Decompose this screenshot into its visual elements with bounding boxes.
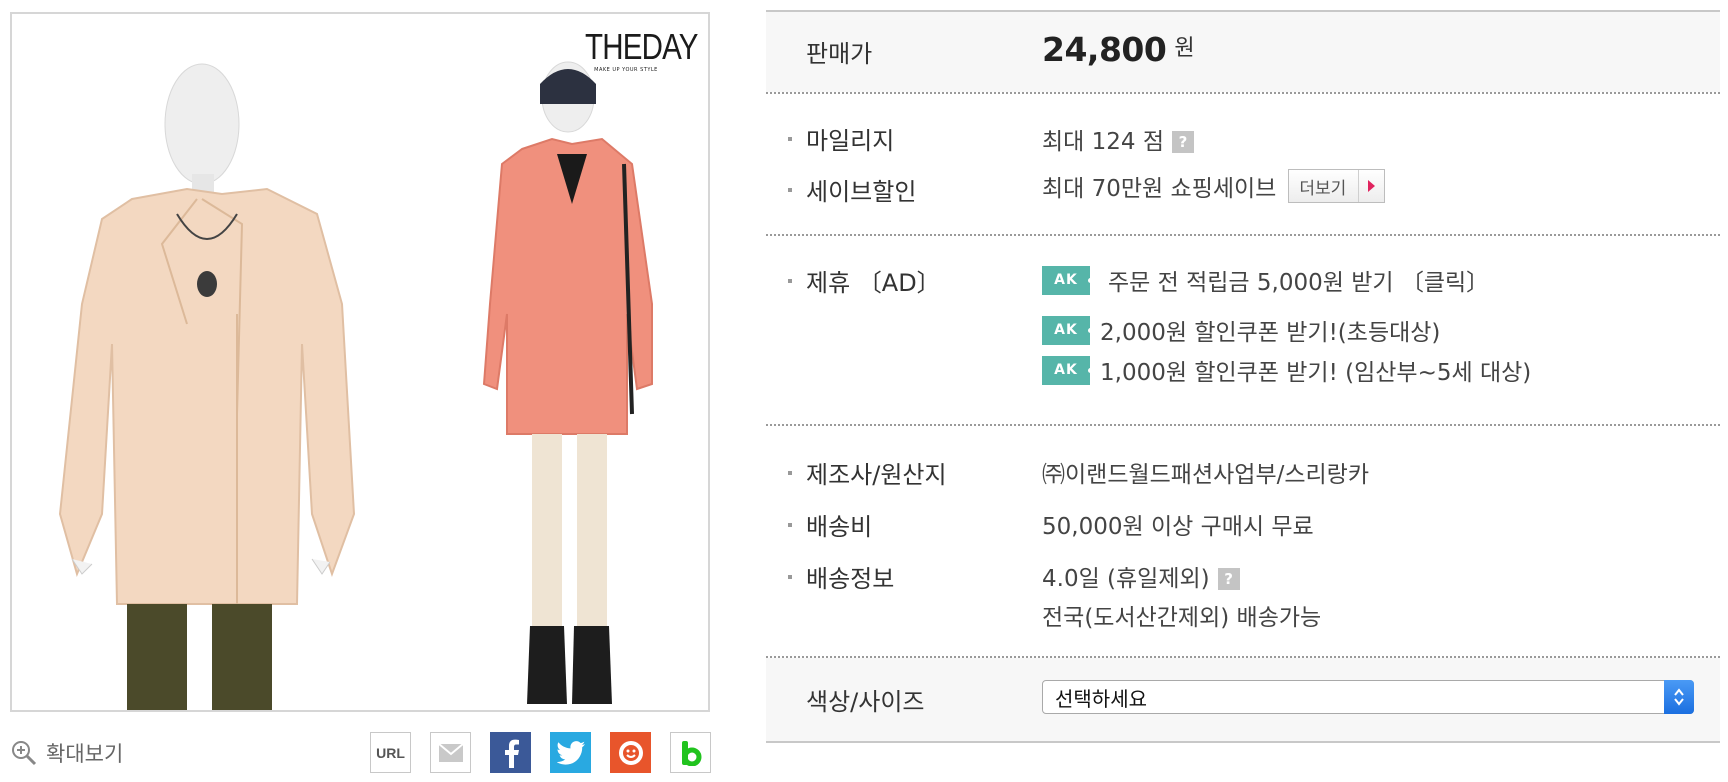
select-stepper-icon [1664, 680, 1694, 714]
ak-badge-icon: AK [1042, 355, 1093, 385]
magnifier-plus-icon [12, 741, 37, 766]
zoom-label: 확대보기 [46, 742, 124, 766]
mileage-label: 마일리지 [806, 127, 895, 155]
more-button[interactable]: 더보기 [1288, 169, 1386, 203]
shipping-fee-label: 배송비 [806, 513, 873, 541]
bullet-dot [788, 279, 792, 283]
price-value: 24,800 원 [1042, 30, 1195, 69]
bullet-dot [788, 188, 792, 192]
price-label: 판매가 [806, 40, 873, 68]
divider [766, 92, 1720, 94]
share-kakaostory-button[interactable] [610, 732, 651, 773]
save-discount-label: 세이브할인 [806, 178, 917, 206]
brand-logo-text: THEDAY [585, 26, 698, 67]
affiliate-item-2[interactable]: AK 2,000원 할인쿠폰 받기!(초등대상) [1042, 313, 1440, 347]
maker-label: 제조사/원산지 [806, 461, 947, 489]
envelope-icon [438, 743, 463, 762]
save-discount-value-row: 최대 70만원 쇼핑세이브 더보기 [1042, 169, 1386, 203]
share-bar: URL [370, 732, 711, 773]
brand-logo: THEDAY MAKE UP YOUR STYLE [576, 26, 698, 74]
kakaostory-icon [618, 740, 643, 765]
shipping-fee-value: 50,000원 이상 구매시 무료 [1042, 514, 1314, 540]
brand-logo-tagline: MAKE UP YOUR STYLE [594, 67, 658, 73]
mileage-value-row: 최대 124 점 ? [1042, 122, 1195, 156]
price-unit: 원 [1174, 35, 1195, 61]
share-twitter-button[interactable] [550, 732, 591, 773]
shipping-info-line2: 전국(도서산간제외) 배송가능 [1042, 605, 1322, 631]
bullet-dot [788, 575, 792, 579]
more-button-label: 더보기 [1299, 178, 1347, 199]
ak-badge-icon: AK [1042, 315, 1093, 345]
product-info-panel: 판매가 24,800 원 마일리지 최대 124 점 ? 세이브할인 최대 70… [766, 10, 1720, 743]
maker-value: ㈜이랜드월드패션사업부/스리랑카 [1042, 462, 1369, 488]
affiliate-item-1[interactable]: AK 주문 전 적립금 5,000원 받기 〔클릭〕 [1042, 263, 1489, 297]
bullet-dot [788, 523, 792, 527]
mileage-help-icon[interactable]: ? [1172, 131, 1195, 153]
zoom-button[interactable]: 확대보기 [10, 738, 123, 768]
affiliate-item-text: 1,000원 할인쿠폰 받기! (임산부~5세 대상) [1100, 360, 1532, 386]
save-discount-value: 최대 70만원 쇼핑세이브 [1042, 176, 1277, 202]
affiliate-item-text: 2,000원 할인쿠폰 받기!(초등대상) [1100, 320, 1441, 346]
color-size-select[interactable]: 선택하세요 [1042, 680, 1694, 714]
affiliate-item-3[interactable]: AK 1,000원 할인쿠폰 받기! (임산부~5세 대상) [1042, 353, 1531, 387]
ak-badge-icon: AK [1042, 265, 1093, 295]
share-email-button[interactable] [430, 732, 471, 773]
band-icon [681, 740, 701, 766]
price-amount: 24,800 [1042, 30, 1167, 69]
price-band [766, 12, 1720, 92]
product-image[interactable]: THEDAY MAKE UP YOUR STYLE [10, 12, 710, 712]
product-photo [58, 61, 653, 710]
shipping-info-line1-row: 4.0일 (휴일제외) ? [1042, 559, 1240, 593]
shipping-info-line1: 4.0일 (휴일제외) [1042, 566, 1210, 592]
share-band-button[interactable] [670, 732, 711, 773]
shipping-info-label: 배송정보 [806, 565, 895, 593]
bullet-dot [788, 137, 792, 141]
twitter-icon [556, 740, 585, 765]
arrow-right-icon [1358, 170, 1384, 202]
affiliate-label: 제휴 〔AD〕 [806, 269, 941, 297]
divider [766, 424, 1720, 426]
color-size-select-value: 선택하세요 [1055, 686, 1147, 711]
bullet-dot [788, 471, 792, 475]
share-url-button[interactable]: URL [370, 732, 411, 773]
bottom-divider [766, 741, 1720, 743]
affiliate-item-text: 주문 전 적립금 5,000원 받기 〔클릭〕 [1108, 270, 1490, 296]
divider [766, 234, 1720, 236]
mileage-value: 최대 124 점 [1042, 129, 1165, 155]
options-label: 색상/사이즈 [806, 688, 925, 716]
share-facebook-button[interactable] [490, 732, 531, 773]
shipping-help-icon[interactable]: ? [1217, 568, 1240, 590]
facebook-icon [504, 739, 519, 768]
